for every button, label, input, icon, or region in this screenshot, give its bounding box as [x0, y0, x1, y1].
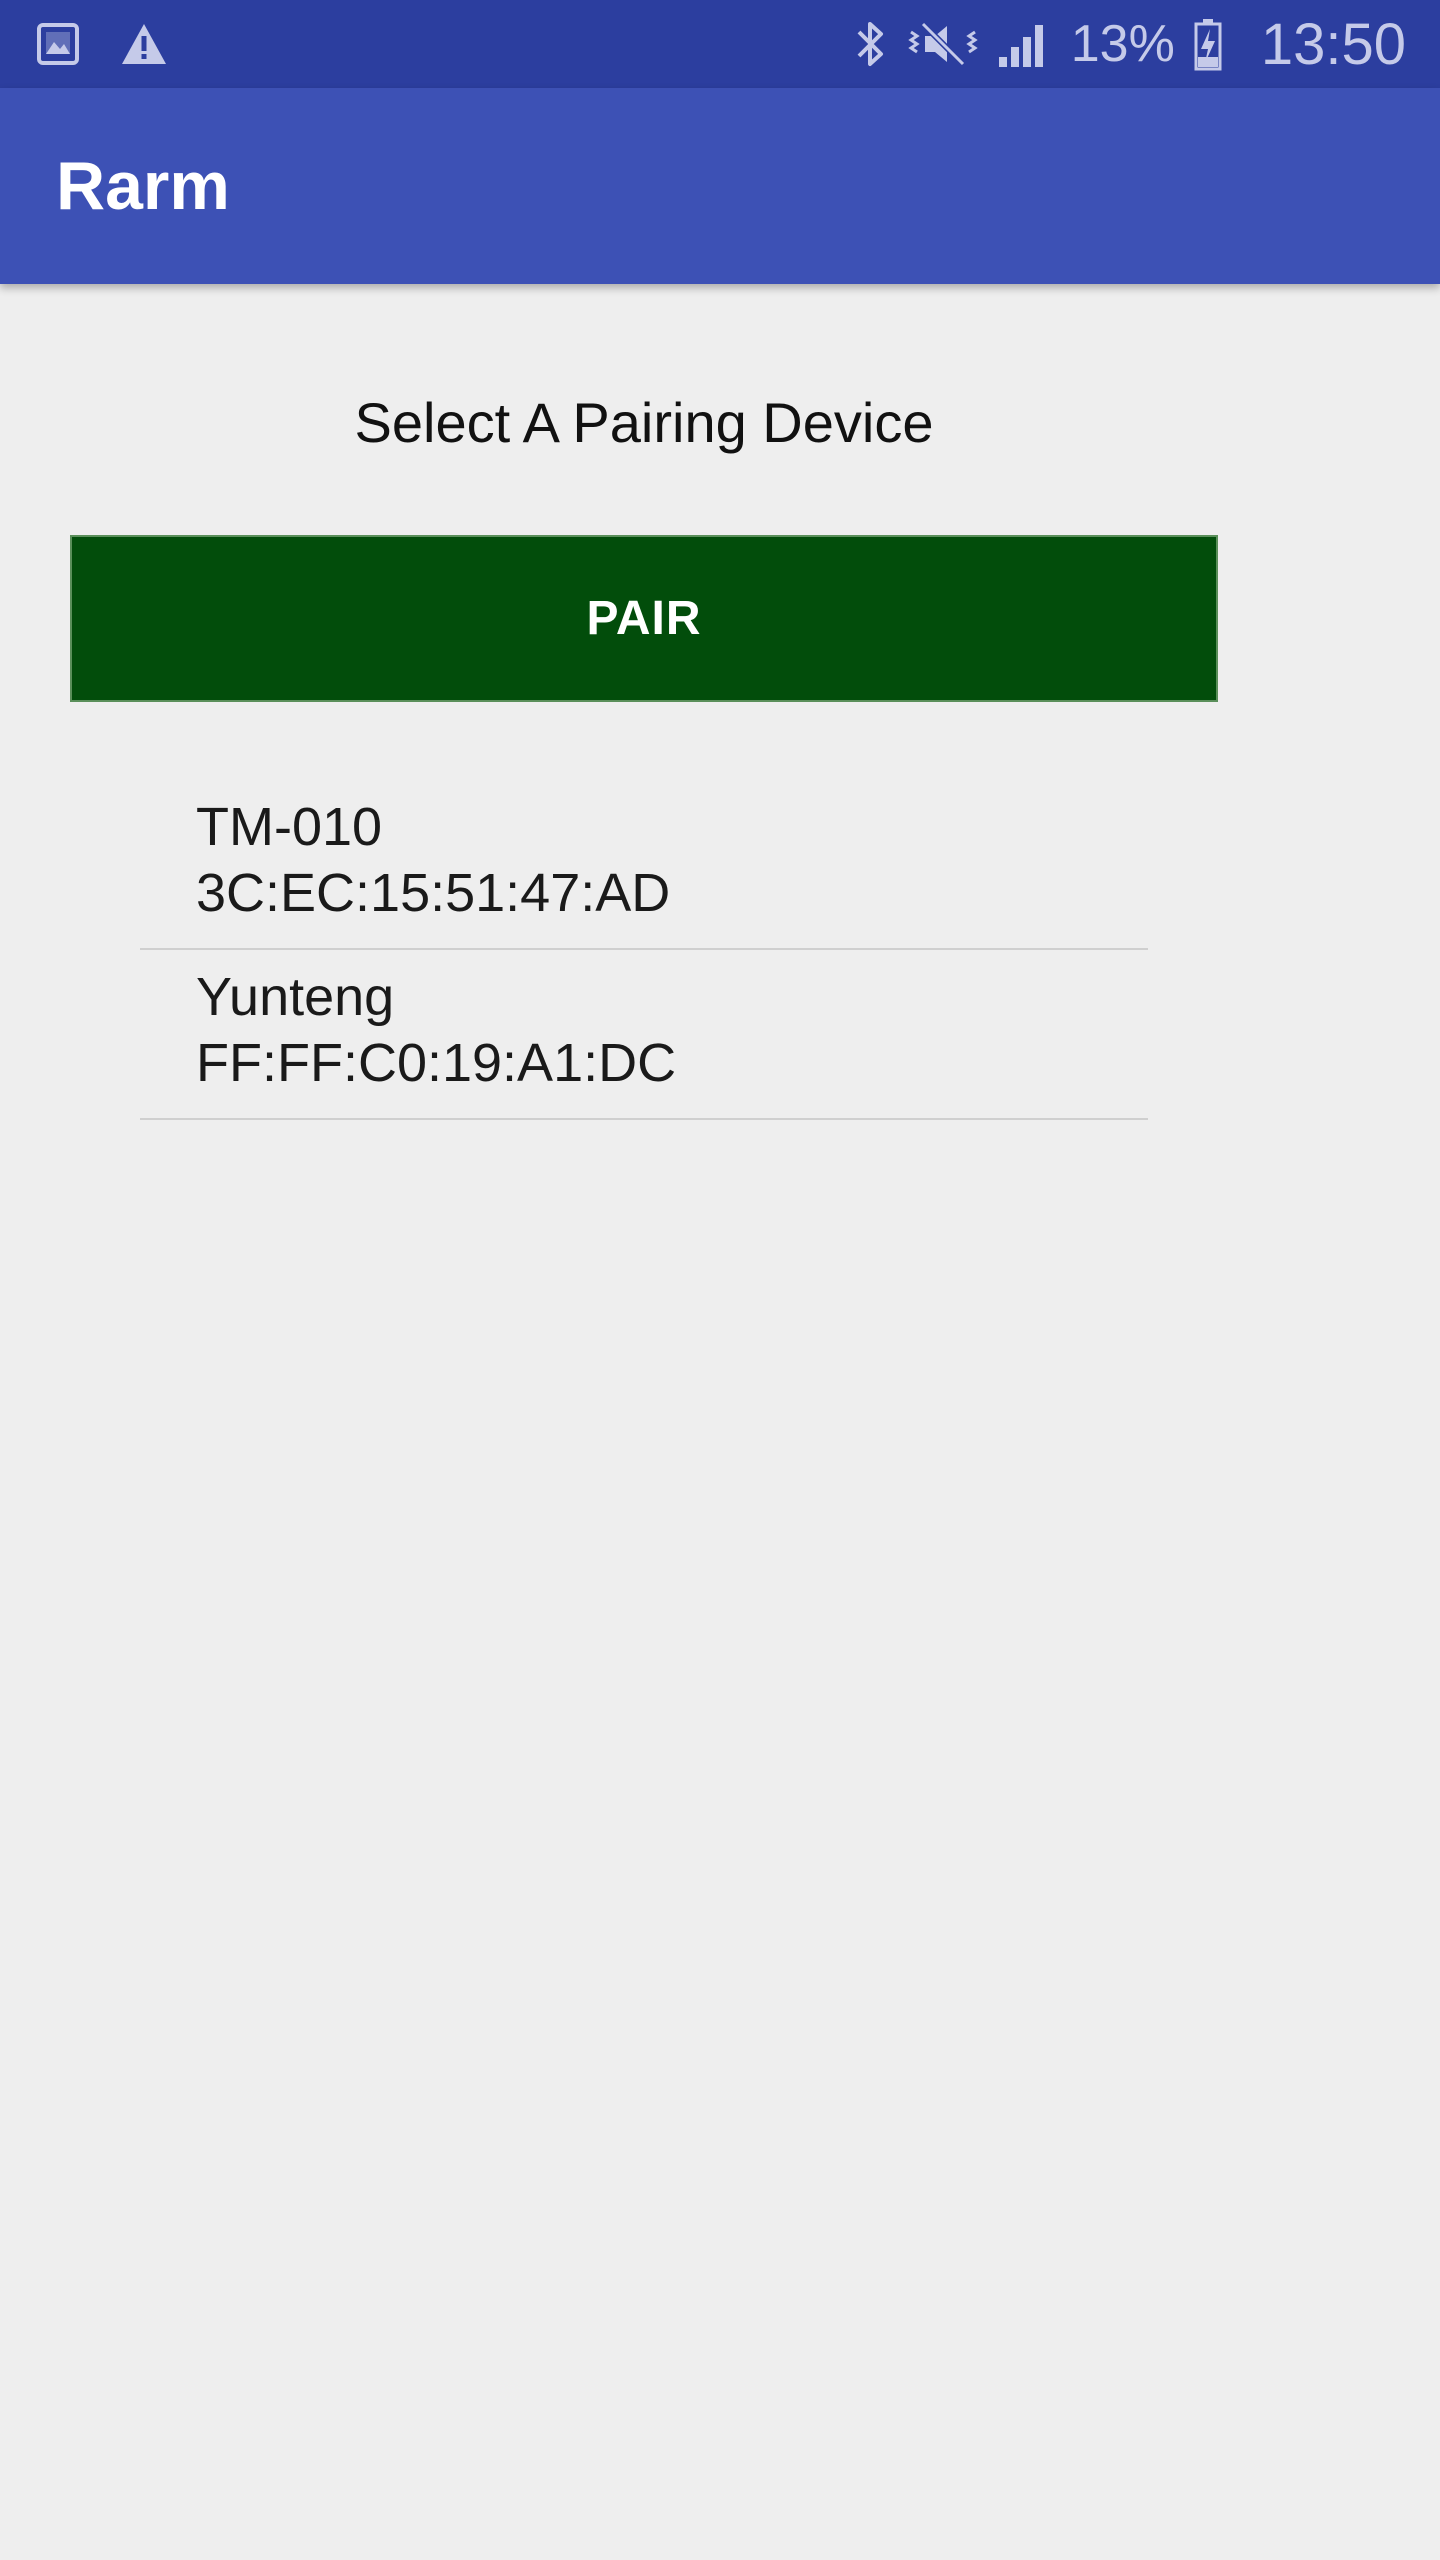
status-bar: 13% 13:50: [0, 0, 1440, 88]
battery-charging-icon: [1193, 17, 1223, 71]
mute-vibrate-icon: [907, 18, 979, 70]
page-heading: Select A Pairing Device: [354, 391, 934, 454]
signal-icon: [997, 19, 1049, 69]
device-list-item[interactable]: Yunteng FF:FF:C0:19:A1:DC: [140, 950, 1148, 1120]
device-list: TM-010 3C:EC:15:51:47:AD Yunteng FF:FF:C…: [140, 780, 1148, 1120]
pair-button-label: PAIR: [586, 592, 702, 645]
warning-icon: [120, 22, 168, 66]
image-notification-icon: [36, 22, 80, 66]
clock: 13:50: [1260, 11, 1406, 77]
system-icons: 13% 13:50: [853, 0, 1406, 88]
notification-icons: [36, 18, 168, 70]
pair-button[interactable]: PAIR: [70, 535, 1218, 702]
device-list-item[interactable]: TM-010 3C:EC:15:51:47:AD: [140, 780, 1148, 950]
battery-percent: 13%: [1070, 15, 1175, 73]
device-name: Yunteng: [196, 967, 395, 1027]
device-address: 3C:EC:15:51:47:AD: [196, 863, 671, 923]
device-name: TM-010: [196, 797, 383, 857]
bluetooth-icon: [853, 18, 889, 70]
app-title: Rarm: [56, 148, 230, 224]
device-address: FF:FF:C0:19:A1:DC: [196, 1033, 677, 1093]
app-bar: Rarm: [0, 88, 1440, 284]
